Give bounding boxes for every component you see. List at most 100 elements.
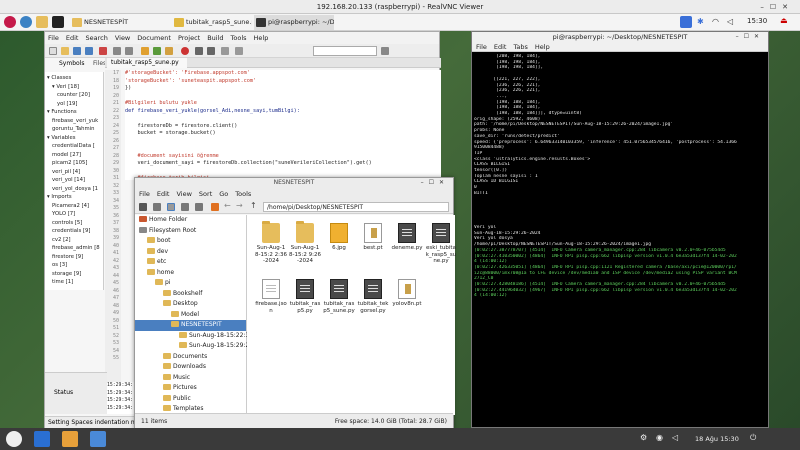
back-icon[interactable]: ← (224, 201, 231, 210)
menu-help[interactable]: Help (254, 34, 269, 42)
compile-icon[interactable] (141, 47, 149, 55)
symbol-tree-item[interactable]: model [27] (45, 151, 103, 160)
symbol-tree-item[interactable]: firebase_veri_yuk (45, 117, 103, 126)
code-editor[interactable]: #'storageBucket': 'Firebase.appspot.com'… (125, 70, 441, 180)
symbol-tree-item[interactable]: YOLO [7] (45, 210, 103, 219)
menu-edit[interactable]: Edit (66, 34, 79, 42)
symbol-tree-item[interactable]: goruntu_Tahmin (45, 125, 103, 134)
home-icon[interactable] (211, 203, 219, 211)
menu-project[interactable]: Project (178, 34, 200, 42)
search-icon[interactable] (381, 47, 389, 55)
menu-file[interactable]: File (48, 34, 59, 42)
tab-tubitak-file[interactable]: tubitak_rasp5_sune.py (107, 58, 187, 68)
file-item[interactable]: best.pt (357, 223, 389, 252)
terminal-icon[interactable] (52, 16, 64, 28)
symbol-tree-item[interactable]: veri_yol_dosya [1 (45, 185, 103, 194)
new-file-icon[interactable] (49, 47, 57, 55)
dir-tree-item[interactable]: Music (135, 373, 246, 384)
forward-icon[interactable]: → (236, 201, 243, 210)
icon-view-icon[interactable] (153, 203, 161, 211)
file-item[interactable]: eski_tubitak_rasp5_sune.py (425, 223, 457, 265)
menu-view[interactable]: View (115, 34, 130, 42)
host-app-icon[interactable] (34, 431, 50, 447)
menu-go[interactable]: Go (219, 190, 228, 198)
symbol-tree-item[interactable]: credentials [9] (45, 227, 103, 236)
menu-view[interactable]: View (176, 190, 191, 198)
symbol-tree-item[interactable]: time [1] (45, 278, 103, 287)
symbol-tree-item[interactable]: ▾ Classes (45, 74, 103, 83)
dir-tree-item[interactable]: boot (135, 236, 246, 247)
zoom-icon[interactable] (195, 47, 203, 55)
vnc-window-controls[interactable]: –☐✕ (760, 3, 794, 11)
path-input[interactable]: /home/pi/Desktop/NESNETESPIT (263, 202, 449, 212)
symbol-tree-item[interactable]: storage [9] (45, 270, 103, 279)
network-icon[interactable]: ◉ (656, 433, 663, 442)
file-item[interactable]: tubitak_rasp5.py (289, 279, 321, 314)
menu-edit[interactable]: Edit (157, 190, 170, 198)
open-file-icon[interactable] (61, 47, 69, 55)
file-item[interactable]: yolov8n.pt (391, 279, 423, 308)
compact-view-icon[interactable] (181, 203, 189, 211)
undo-icon[interactable] (113, 47, 121, 55)
task-filemanager[interactable]: NESNETESPİT (70, 15, 170, 30)
dir-tree-item[interactable]: dev (135, 247, 246, 258)
realvnc-icon[interactable] (90, 431, 106, 447)
jump-icon[interactable] (235, 47, 243, 55)
symbol-tree-item[interactable]: ▾ Functions (45, 108, 103, 117)
symbol-tree-item[interactable]: cv2 [2] (45, 236, 103, 245)
terminal-window-controls[interactable]: –☐✕ (736, 33, 764, 40)
dir-tree-item[interactable]: Sun-Aug-18-15:29:26 (135, 341, 253, 352)
bluetooth-icon[interactable]: ✱ (697, 17, 704, 26)
wifi-icon[interactable]: ◠ (712, 17, 719, 26)
dir-tree-item[interactable]: Model (135, 310, 246, 321)
dir-tree-item[interactable]: NESNETESPIT (135, 320, 246, 331)
volume-icon[interactable]: ◁ (672, 433, 678, 442)
menu-edit[interactable]: Edit (494, 43, 507, 51)
new-tab-icon[interactable] (139, 203, 147, 211)
file-item[interactable]: deneme.py (391, 223, 423, 252)
symbol-tree-item[interactable]: controls [5] (45, 219, 103, 228)
search-input[interactable] (313, 46, 377, 56)
file-item[interactable]: tubitak_tekgorsel.py (357, 279, 389, 314)
file-item[interactable]: Sun-Aug-18-15:2 2:36-2024 (255, 221, 287, 265)
symbol-tree-item[interactable]: os [3] (45, 261, 103, 270)
symbol-tree-item[interactable]: ▾ Imports (45, 193, 103, 202)
host-menu-icon[interactable] (6, 431, 22, 447)
dir-tree-item[interactable]: Pictures (135, 383, 246, 394)
thumbnail-view-icon[interactable] (167, 203, 175, 211)
menu-build[interactable]: Build (207, 34, 223, 42)
symbol-tree-item[interactable]: veri_pil [4] (45, 168, 103, 177)
menu-tabs[interactable]: Tabs (513, 43, 527, 51)
symbol-tree-item[interactable]: credentialData [ (45, 142, 103, 151)
file-item[interactable]: tubitak_rasp5_sune.py (323, 279, 355, 314)
symbol-tree-item[interactable]: picam2 [105] (45, 159, 103, 168)
symbol-tree-item[interactable]: firebase_admin [8 (45, 244, 103, 253)
raspberry-menu-icon[interactable] (4, 16, 16, 28)
terminal-output[interactable]: [208, 198, 184], [198, 198, 184], [198, … (474, 54, 766, 426)
settings-icon[interactable]: ⚙ (640, 433, 647, 442)
folder-icon[interactable] (36, 16, 48, 28)
menu-document[interactable]: Document (137, 34, 171, 42)
volume-icon[interactable]: ◁ (727, 17, 733, 26)
symbol-tree-item[interactable]: ▾ Veri [18] (45, 83, 103, 92)
dir-tree-item[interactable]: pi (135, 278, 246, 289)
fm-window-controls[interactable]: –☐✕ (421, 179, 449, 186)
task-terminal[interactable]: pi@raspberrypi: ~/De... (254, 15, 334, 30)
dir-tree-item[interactable]: Downloads (135, 362, 246, 373)
file-item[interactable]: 6.jpg (323, 223, 355, 252)
execute-icon[interactable] (165, 47, 173, 55)
menu-search[interactable]: Search (85, 34, 107, 42)
up-icon[interactable]: ↑ (250, 201, 257, 210)
symbol-tree-item[interactable]: yol [19] (45, 100, 103, 109)
power-icon[interactable]: ⏻ (750, 433, 756, 443)
menu-file[interactable]: File (139, 190, 150, 198)
tab-status[interactable]: Status (54, 389, 73, 396)
symbol-tree-item[interactable]: Picamera2 [4] (45, 202, 103, 211)
symbol-tree-item[interactable]: veri_yol [14] (45, 176, 103, 185)
file-item[interactable]: firebase.json (255, 279, 287, 314)
host-folder-icon[interactable] (62, 431, 78, 447)
dir-tree-item[interactable]: Bookshelf (135, 289, 246, 300)
dir-tree-item[interactable]: home (135, 268, 246, 279)
file-item[interactable]: Sun-Aug-18-15:2 9:26-2024 (289, 221, 321, 265)
eject-icon[interactable]: ⏏ (780, 16, 788, 25)
